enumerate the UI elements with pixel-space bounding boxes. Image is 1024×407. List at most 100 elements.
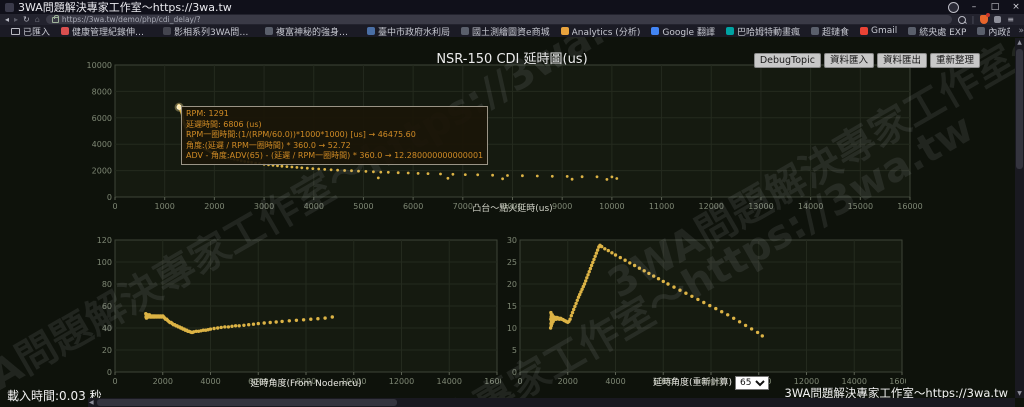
toolbar-button[interactable]: 資料匯出 (877, 53, 927, 68)
menu-icon[interactable]: ≡ (1007, 15, 1014, 24)
scroll-left-icon[interactable]: ◀ (88, 398, 95, 407)
bookmark-item[interactable]: 影相系列3WA問題... (163, 25, 254, 37)
vertical-scroll-thumb[interactable] (1016, 49, 1023, 169)
close-button[interactable]: × (1010, 2, 1022, 12)
bookmark-label: 臺中市政府水利局 (378, 25, 450, 37)
svg-text:30: 30 (507, 237, 517, 245)
bookmark-item[interactable]: 複富神秘的強身管理 (265, 25, 356, 37)
adv-select[interactable]: 65 (735, 376, 769, 390)
favicon-icon (265, 27, 273, 35)
favicon-icon (977, 27, 985, 35)
adblock-shield-icon[interactable] (980, 15, 988, 24)
favicon-icon (908, 27, 916, 35)
toolbar: DebugTopic資料匯入資料匯出重新整理 (754, 53, 980, 68)
bookmark-item[interactable]: 健康管理紀錄伸展操... (61, 25, 152, 37)
favicon-icon (651, 27, 659, 35)
svg-text:10: 10 (507, 324, 517, 333)
toolbar-button[interactable]: DebugTopic (754, 53, 821, 68)
svg-text:8000: 8000 (92, 87, 112, 96)
bookmark-item[interactable]: 超鏈食 (811, 25, 849, 37)
lock-icon (52, 17, 59, 23)
right-chart: 0200040006000800010000120001400016000051… (492, 237, 906, 387)
svg-text:40: 40 (102, 324, 112, 333)
scroll-down-icon[interactable]: ▼ (1016, 389, 1023, 398)
title-bar: 3WA問題解決專家工作室～https://3wa.tw – □ × (0, 0, 1024, 14)
favicon-icon (61, 27, 69, 35)
favicon-icon (461, 27, 469, 35)
bookmark-label: 已匯入 (23, 25, 50, 37)
navigation-bar: ◂ ▸ ↻ ⌂ https://3wa.tw/demo/php/cdi_dela… (0, 14, 1024, 25)
forward-icon[interactable]: ▸ (14, 14, 18, 25)
svg-text:6000: 6000 (92, 114, 112, 123)
svg-text:60: 60 (102, 302, 112, 311)
horizontal-scrollbar[interactable]: ◀ (88, 398, 1015, 407)
horizontal-scroll-thumb[interactable] (97, 399, 397, 406)
tooltip-line: 延遲時間: 6806 (us) (186, 120, 483, 131)
search-icon[interactable] (958, 16, 966, 24)
favicon-icon (811, 27, 819, 35)
svg-text:20: 20 (507, 280, 517, 289)
address-bar[interactable]: https://3wa.tw/demo/php/cdi_delay/? (46, 15, 952, 24)
svg-text:0: 0 (107, 193, 112, 202)
home-icon[interactable]: ⌂ (35, 14, 40, 25)
minimize-button[interactable]: – (968, 2, 980, 12)
datapoint-tooltip: RPM: 1291延遲時間: 6806 (us)RPM一圈時間:(1/(RPM/… (181, 106, 488, 165)
bookmark-label: 影相系列3WA問題... (174, 25, 254, 37)
svg-text:4000: 4000 (92, 140, 112, 149)
bookmark-label: 複富神秘的強身管理 (276, 25, 356, 37)
scroll-up-icon[interactable]: ▲ (1016, 38, 1023, 47)
svg-text:10000: 10000 (87, 62, 112, 70)
bookmark-label: Google 翻譯 (662, 25, 715, 37)
bookmark-item[interactable]: Analytics (分析) (561, 25, 641, 37)
bookmark-item[interactable]: 臺中市政府水利局 (367, 25, 450, 37)
extensions-icon[interactable] (994, 16, 1001, 23)
svg-text:20: 20 (102, 346, 112, 355)
folder-icon (11, 28, 20, 35)
profile-icon[interactable] (948, 2, 959, 13)
bookmark-item[interactable]: 巴哈姆特動畫瘋 (726, 25, 800, 37)
bookmarks-overflow-icon[interactable]: » (1018, 26, 1024, 36)
maximize-button[interactable]: □ (989, 2, 1001, 12)
svg-text:0: 0 (107, 368, 112, 377)
favicon-icon (367, 27, 375, 35)
bookmark-item[interactable]: 已匯入 (11, 25, 50, 37)
bookmarks-bar: 已匯入 健康管理紀錄伸展操... 影相系列3WA問題... 複富神秘的強身管理 臺中市政… (0, 25, 1024, 37)
toolbar-button[interactable]: 重新整理 (930, 53, 980, 68)
bookmark-item[interactable]: 統央處 EXP (908, 25, 966, 37)
bookmark-item[interactable]: Gmail (860, 26, 897, 36)
bookmark-label: 健康管理紀錄伸展操... (72, 25, 152, 37)
bookmark-label: Gmail (871, 26, 897, 36)
url-text[interactable]: https://3wa.tw/demo/php/cdi_delay/? (62, 15, 201, 24)
window-title: 3WA問題解決專家工作室～https://3wa.tw (18, 0, 232, 15)
svg-text:100: 100 (97, 258, 112, 267)
site-favicon (5, 3, 14, 12)
bookmark-item[interactable]: Google 翻譯 (651, 25, 715, 37)
svg-text:2000: 2000 (92, 167, 112, 176)
tooltip-line: RPM: 1291 (186, 109, 483, 120)
bookmark-label: 統央處 EXP (919, 25, 966, 37)
svg-text:25: 25 (507, 258, 517, 267)
left-chart-xlabel: 延時角度(From Nodemcu) (115, 376, 497, 389)
bookmark-label: 內政部國土測繪中... (988, 25, 1010, 37)
right-chart-xlabel-text: 延時角度(重新計算) (653, 378, 732, 388)
vertical-scrollbar[interactable]: ▲ ▼ (1015, 38, 1024, 398)
favicon-icon (561, 27, 569, 35)
bookmark-item[interactable]: 國土測繪圖資e商城 (461, 25, 550, 37)
svg-text:0: 0 (512, 368, 517, 377)
bookmark-label: 超鏈食 (822, 25, 849, 37)
bookmark-label: 國土測繪圖資e商城 (472, 25, 550, 37)
tooltip-line: RPM一圈時間:(1/(RPM/60.0))*1000*1000) [us] →… (186, 130, 483, 141)
bookmarks-list: 已匯入 健康管理紀錄伸展操... 影相系列3WA問題... 複富神秘的強身管理 臺中市政… (0, 25, 1010, 37)
bookmark-label: 巴哈姆特動畫瘋 (737, 25, 800, 37)
reload-icon[interactable]: ↻ (23, 14, 30, 25)
bookmark-item[interactable]: 內政部國土測繪中... (977, 25, 1010, 37)
main-chart-xlabel: 凸台～點火延時(us) (115, 201, 910, 214)
tooltip-line: 角度:(延遲 / RPM一圈時間) * 360.0 → 52.72 (186, 141, 483, 152)
toolbar-button[interactable]: 資料匯入 (824, 53, 874, 68)
bookmark-label: Analytics (分析) (572, 25, 641, 37)
browser-window: 3WA問題解決專家工作室～https://3wa.tw – □ × ◂ ▸ ↻ … (0, 0, 1024, 407)
tooltip-line: ADV - 角度:ADV(65) - (延遲 / RPM一圈時間) * 360.… (186, 151, 483, 162)
back-icon[interactable]: ◂ (5, 14, 9, 25)
svg-text:15: 15 (507, 302, 517, 311)
toolbar-divider: | (972, 15, 975, 24)
